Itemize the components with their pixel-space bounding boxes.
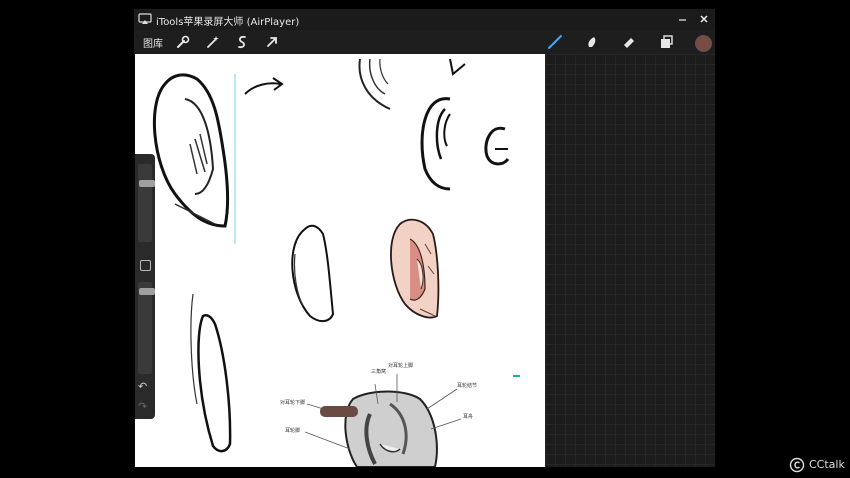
close-button[interactable] xyxy=(696,11,712,27)
airplayer-window: iTools苹果录屏大师 (AirPlayer) 图库 三角窝 对耳轮上脚 耳轮… xyxy=(134,9,715,468)
selection-s-icon[interactable] xyxy=(233,33,251,51)
layers-icon[interactable] xyxy=(657,33,675,51)
smudge-icon[interactable] xyxy=(583,33,601,51)
drawing-canvas[interactable]: 三角窝 对耳轮上脚 耳轮结节 对耳轮下脚 耳舟 耳轮脚 xyxy=(135,54,545,467)
label-erlun-jiejie: 耳轮结节 xyxy=(457,382,477,389)
eraser-icon[interactable] xyxy=(620,33,638,51)
brush-size-slider[interactable] xyxy=(138,164,155,242)
title-bar: iTools苹果录屏大师 (AirPlayer) xyxy=(134,9,715,30)
opacity-slider[interactable] xyxy=(138,282,155,374)
side-toolbar: ↶ ↷ xyxy=(135,154,155,419)
redo-icon[interactable]: ↷ xyxy=(138,400,147,413)
procreate-toolbar: 图库 xyxy=(134,30,715,54)
label-erlunjiao: 耳轮脚 xyxy=(285,427,300,434)
label-duierlun-shangjiao: 对耳轮上脚 xyxy=(388,362,413,369)
arrow-cursor-icon[interactable] xyxy=(263,33,281,51)
brush-icon[interactable] xyxy=(546,33,564,51)
canvas-background-area xyxy=(513,54,715,467)
airplay-icon xyxy=(138,13,152,24)
gallery-button[interactable]: 图库 xyxy=(143,35,163,50)
magic-wand-icon[interactable] xyxy=(204,33,222,51)
cctalk-logo-icon xyxy=(789,457,805,473)
label-sanjiaowo: 三角窝 xyxy=(371,368,386,375)
cctalk-text: CCtalk xyxy=(809,458,845,471)
modify-button[interactable] xyxy=(140,260,151,271)
wrench-icon[interactable] xyxy=(174,33,192,51)
label-duierlun-xiajiao: 对耳轮下脚 xyxy=(280,399,305,406)
undo-icon[interactable]: ↶ xyxy=(138,380,147,393)
ear-sketches: 三角窝 对耳轮上脚 耳轮结节 对耳轮下脚 耳舟 耳轮脚 xyxy=(152,58,510,467)
label-erzhou: 耳舟 xyxy=(463,413,473,420)
canvas-marker xyxy=(513,375,520,377)
close-icon xyxy=(700,15,708,23)
cctalk-watermark: CCtalk xyxy=(789,456,849,474)
opacity-thumb[interactable] xyxy=(139,288,155,295)
minimize-button[interactable] xyxy=(675,11,691,27)
minimize-icon xyxy=(679,19,686,21)
color-swatch[interactable] xyxy=(695,35,712,52)
brush-size-thumb[interactable] xyxy=(139,180,155,187)
window-title: iTools苹果录屏大师 (AirPlayer) xyxy=(156,17,300,28)
